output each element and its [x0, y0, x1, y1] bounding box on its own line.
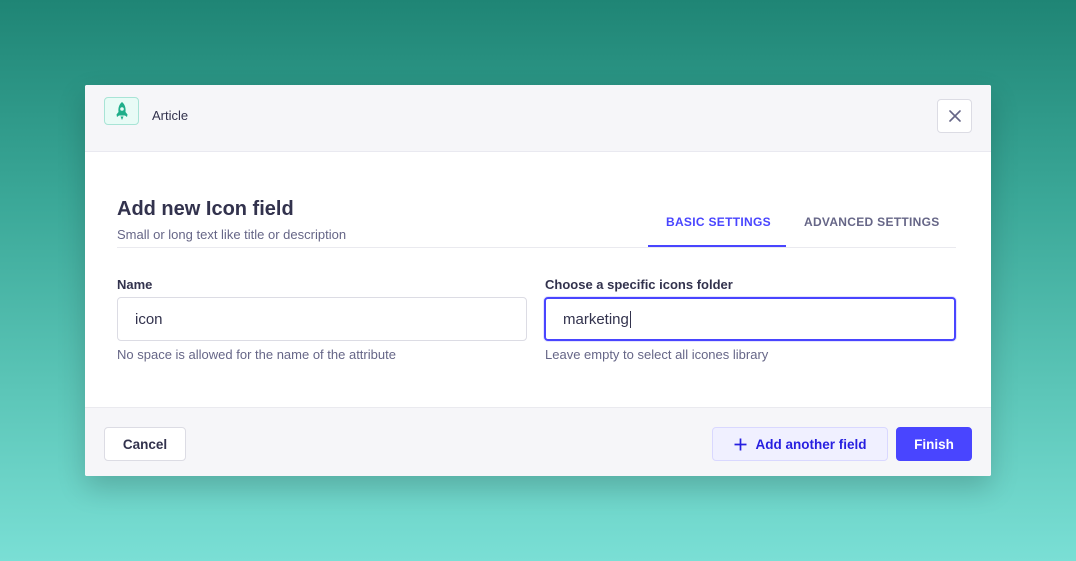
finish-button[interactable]: Finish [896, 427, 972, 461]
active-tab-indicator [648, 245, 786, 247]
tab-advanced-settings[interactable]: ADVANCED SETTINGS [804, 215, 940, 229]
close-icon [948, 110, 961, 122]
name-input-value: icon [135, 310, 163, 328]
modal-title: Add new Icon field [117, 198, 294, 220]
tab-basic-settings[interactable]: BASIC SETTINGS [666, 215, 771, 229]
text-caret [629, 310, 631, 328]
cancel-button[interactable]: Cancel [104, 427, 186, 461]
icons-folder-input-value: marketing [563, 310, 629, 328]
modal-footer: Cancel Add another field Finish [85, 407, 991, 476]
icons-folder-input[interactable]: marketing [544, 297, 956, 341]
modal-header: Article [85, 85, 991, 152]
name-input[interactable]: icon [117, 297, 527, 341]
name-label: Name [117, 277, 153, 292]
icons-folder-hint: Leave empty to select all icones library [545, 347, 769, 362]
close-button[interactable] [937, 99, 972, 133]
content-type-name: Article [152, 108, 189, 123]
icons-folder-label: Choose a specific icons folder [545, 277, 733, 292]
tabs-divider [117, 247, 956, 248]
name-hint: No space is allowed for the name of the … [117, 347, 396, 362]
plus-icon [734, 438, 746, 450]
add-another-field-label: Add another field [755, 436, 867, 452]
rocket-icon [104, 97, 139, 125]
add-field-modal: Article Add new Icon field Small or long… [85, 85, 991, 476]
modal-subtitle: Small or long text like title or descrip… [117, 227, 347, 242]
add-another-field-button[interactable]: Add another field [712, 427, 888, 461]
